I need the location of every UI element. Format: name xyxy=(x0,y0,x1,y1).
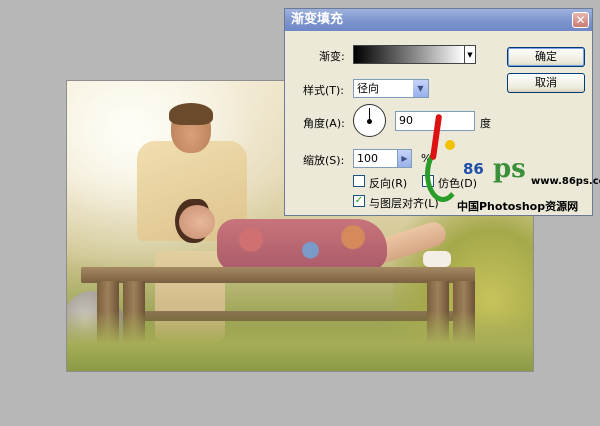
photo-shoe xyxy=(423,251,451,267)
dialog-title: 渐变填充 xyxy=(291,12,344,27)
scale-label: 缩放(S): xyxy=(303,154,345,167)
watermark-brand-ps: ps xyxy=(493,154,526,184)
chevron-down-icon: ▼ xyxy=(467,51,473,59)
angle-dial[interactable] xyxy=(353,104,386,137)
watermark-site-name: 中国Photoshop资源网 xyxy=(457,200,579,213)
logo-dot-icon xyxy=(445,140,455,150)
chevron-right-icon: ▶ xyxy=(401,154,408,163)
style-select[interactable]: 径向 ▼ xyxy=(353,79,429,98)
photo-grass xyxy=(67,311,533,371)
cancel-button-label: 取消 xyxy=(535,76,557,89)
chevron-down-icon: ▼ xyxy=(413,80,428,97)
style-label: 样式(T): xyxy=(303,84,345,97)
check-icon: ✓ xyxy=(354,195,364,206)
gradient-picker[interactable] xyxy=(353,45,465,64)
close-icon: ✕ xyxy=(575,13,586,27)
close-button[interactable]: ✕ xyxy=(572,12,589,28)
dialog-titlebar[interactable]: 渐变填充 xyxy=(285,9,592,31)
watermark-url: www.86ps.com xyxy=(531,176,600,187)
photo-woman-dress xyxy=(217,219,387,271)
watermark-brand-number: 86 xyxy=(463,160,484,178)
reverse-label: 反向(R) xyxy=(369,177,408,190)
ok-button-label: 确定 xyxy=(535,50,557,63)
ok-button[interactable]: 确定 xyxy=(507,47,585,67)
scale-input[interactable]: 100 xyxy=(353,149,398,168)
scale-stepper-button[interactable]: ▶ xyxy=(397,149,412,168)
photo-man-hair xyxy=(169,103,213,125)
gradient-dropdown-button[interactable]: ▼ xyxy=(465,45,476,64)
angle-label: 角度(A): xyxy=(303,117,345,130)
angle-dial-center xyxy=(367,119,372,124)
site-watermark: 86 ps www.86ps.com 中国Photoshop资源网 xyxy=(415,110,600,220)
cancel-button[interactable]: 取消 xyxy=(507,73,585,93)
photo-woman-head xyxy=(179,205,215,239)
scale-input-value: 100 xyxy=(357,152,378,165)
style-select-value: 径向 xyxy=(357,82,379,95)
gradient-label: 渐变: xyxy=(319,50,345,63)
align-layer-checkbox[interactable]: ✓ xyxy=(353,195,365,207)
angle-input-value: 90 xyxy=(399,114,413,127)
reverse-checkbox[interactable] xyxy=(353,175,365,187)
